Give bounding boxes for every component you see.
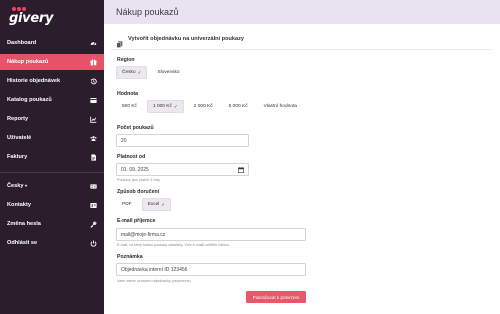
check-icon: ✓ — [161, 201, 166, 207]
sidebar-item-faktury[interactable]: Faktury — [0, 149, 104, 165]
hodnota-option-1000[interactable]: 1 000 Kč ✓ — [146, 100, 184, 113]
option-label: 2 000 Kč — [193, 104, 213, 109]
option-label: Slovensko — [157, 70, 180, 75]
logo-dots-icon — [12, 7, 26, 11]
doruceni-options: PDF Excel ✓ — [116, 198, 172, 211]
sidebar-item-dashboard[interactable]: Dashboard — [0, 35, 104, 51]
sidebar-item-label: Uživatelé — [7, 135, 32, 141]
sidebar-item-zmena-hesla[interactable]: Změna hesla — [0, 216, 104, 232]
sidebar-item-historie-objednavek[interactable]: Historie objednávek — [0, 73, 104, 89]
poznamka-hint: Vaše interní označení objednávky (nepovi… — [117, 279, 191, 283]
page-title: Nákup poukazů — [116, 7, 179, 17]
pocet-poukazu-input[interactable]: 20 — [116, 134, 249, 147]
dashboard-gauge-icon — [90, 40, 97, 47]
card-header: Vytvořit objednávku na univerzální pouka… — [112, 30, 492, 50]
pocet-poukazu-label: Počet poukazů — [117, 125, 154, 131]
option-label: Česko — [122, 70, 136, 75]
zpusob-doruceni-label: Způsob doručení — [117, 189, 160, 195]
chevron-down-icon: ▾ — [25, 183, 28, 188]
option-label: 5 000 Kč — [228, 104, 248, 109]
check-icon: ✓ — [173, 103, 178, 109]
gift-icon — [90, 58, 97, 66]
doruceni-option-pdf[interactable]: PDF — [116, 198, 138, 211]
input-value: mail@moje-firma.cz — [121, 231, 166, 238]
hodnota-option-2000[interactable]: 2 000 Kč — [187, 100, 219, 113]
sidebar-item-language[interactable]: Česky ▾ — [0, 178, 104, 194]
sidebar-item-label: Nákup poukazů — [7, 59, 49, 65]
sidebar-item-kontakty[interactable]: Kontakty — [0, 197, 104, 213]
option-label: 500 Kč — [122, 104, 137, 109]
input-value: 20 — [121, 137, 127, 144]
option-label: PDF — [122, 202, 132, 207]
sidebar-item-odhlasit-se[interactable]: Odhlásit se — [0, 235, 104, 251]
input-value: Objednávka interní ID 123456 — [121, 266, 188, 273]
users-icon — [90, 135, 97, 142]
sidebar-item-nakup-poukazu[interactable]: Nákup poukazů — [0, 54, 104, 70]
region-option-slovensko[interactable]: Slovensko — [151, 66, 186, 79]
check-icon: ✓ — [137, 69, 142, 75]
sidebar-item-katalog-poukazu[interactable]: Katalog poukazů — [0, 92, 104, 108]
sidebar-item-label: Katalog poukazů — [7, 97, 52, 103]
language-icon — [90, 183, 97, 190]
power-icon — [90, 240, 97, 247]
hodnota-option-500[interactable]: 500 Kč — [116, 100, 143, 113]
continue-to-confirmation-button[interactable]: Pokračovat k potvrzení — [246, 291, 306, 303]
calendar-icon[interactable] — [238, 167, 244, 173]
card-title: Vytvořit objednávku na univerzální pouka… — [128, 36, 245, 42]
email-prijemce-label: E-mail příjemce — [117, 218, 156, 224]
option-label: Vlastní hodnota — [263, 104, 297, 109]
chart-icon — [90, 116, 97, 123]
input-value: 01. 09. 2025 — [121, 166, 149, 173]
hodnota-option-vlastni[interactable]: Vlastní hodnota — [257, 100, 303, 113]
key-icon — [90, 221, 97, 228]
givery-logo[interactable]: givery — [9, 7, 54, 26]
history-icon — [90, 78, 97, 85]
sidebar-item-label: Reporty — [7, 116, 29, 122]
platnost-od-date-input[interactable]: 01. 09. 2025 — [116, 163, 249, 176]
hodnota-options: 500 Kč 1 000 Kč ✓ 2 000 Kč 5 000 Kč Vlast… — [116, 100, 303, 113]
region-options: Česko ✓ Slovensko — [116, 66, 186, 79]
poznamka-label: Poznámka — [117, 254, 143, 260]
catalog-card-icon — [90, 97, 97, 104]
sidebar-divider — [0, 172, 104, 173]
sidebar-item-label: Česky ▾ — [7, 183, 28, 189]
sidebar-item-uzivatele[interactable]: Uživatelé — [0, 130, 104, 146]
sidebar-item-label: Dashboard — [7, 40, 37, 46]
copy-documents-icon — [116, 35, 123, 48]
platnost-od-label: Platnost od — [117, 154, 146, 160]
logo-text: givery — [9, 11, 54, 26]
contact-card-icon — [90, 202, 97, 209]
hodnota-option-5000[interactable]: 5 000 Kč — [222, 100, 254, 113]
email-hint: E-mail, na který budou poukazy odeslány.… — [117, 243, 230, 247]
hodnota-label: Hodnota — [117, 91, 139, 97]
sidebar-item-label: Odhlásit se — [7, 240, 38, 246]
sidebar-item-label: Historie objednávek — [7, 78, 61, 84]
sidebar-item-reporty[interactable]: Reporty — [0, 111, 104, 127]
option-label: 1 000 Kč — [152, 104, 172, 109]
invoice-document-icon — [90, 153, 97, 161]
sidebar-item-label: Faktury — [7, 154, 28, 160]
doruceni-option-excel[interactable]: Excel ✓ — [141, 198, 172, 211]
sidebar-item-label: Změna hesla — [7, 221, 41, 227]
region-option-cesko[interactable]: Česko ✓ — [116, 66, 148, 79]
email-prijemce-input[interactable]: mail@moje-firma.cz — [116, 228, 306, 241]
sidebar: givery Dashboard Nákup poukazů Historie … — [0, 0, 104, 314]
platnost-hint: Poukazy jsou platné 3 roky. — [117, 178, 161, 182]
sidebar-item-label: Kontakty — [7, 202, 31, 208]
option-label: Excel — [147, 202, 160, 207]
poznamka-input[interactable]: Objednávka interní ID 123456 — [116, 263, 306, 276]
region-label: Region — [117, 57, 135, 63]
